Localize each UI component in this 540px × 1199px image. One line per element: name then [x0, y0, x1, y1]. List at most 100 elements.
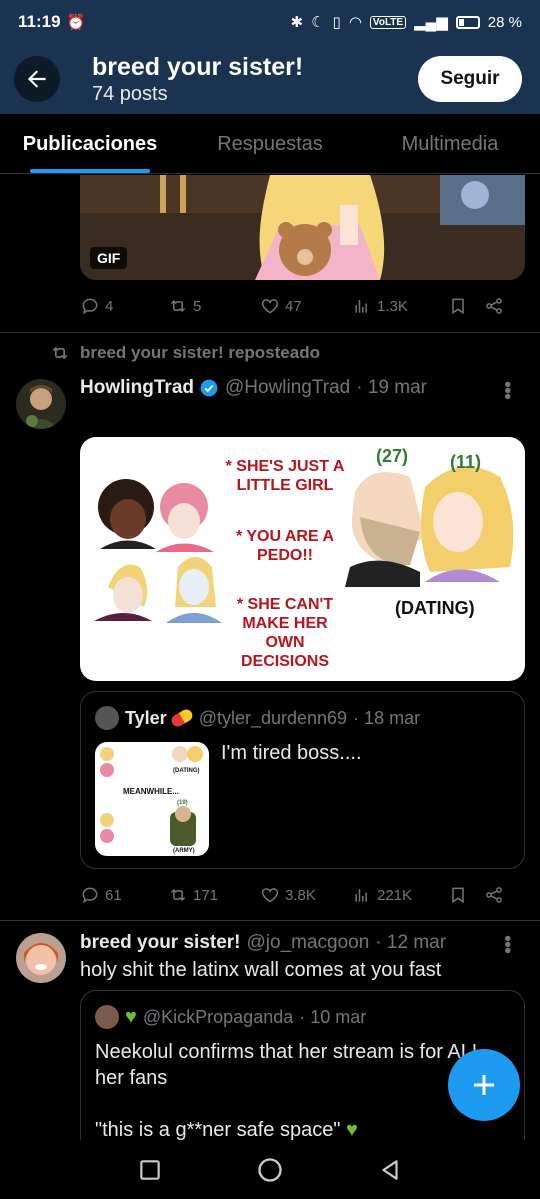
pill-icon — [169, 707, 195, 729]
quote-handle[interactable]: @KickPropaganda — [143, 1007, 293, 1028]
more-options-icon[interactable]: ••• — [495, 381, 518, 399]
home-icon[interactable] — [256, 1156, 284, 1184]
views-button[interactable]: 221K — [352, 885, 448, 905]
meme-caption: (DATING) — [395, 598, 475, 618]
like-button[interactable]: 3.8K — [260, 885, 352, 905]
quote-header: Tyler @tyler_durdenn69 · 18 mar — [95, 706, 420, 730]
quote-avatar — [95, 706, 119, 730]
wifi-icon: ◠ — [348, 14, 362, 31]
reply-count: 4 — [105, 297, 114, 315]
repost-button[interactable]: 5 — [168, 296, 260, 316]
avatar[interactable] — [16, 933, 66, 983]
meme-text-2: * YOU ARE A PEDO!! — [235, 528, 335, 564]
avatar[interactable] — [16, 379, 66, 429]
verified-icon — [200, 379, 218, 397]
share-icon — [486, 887, 502, 903]
timeline[interactable]: GIF 4 5 47 1.3K breed your sister! repos… — [0, 175, 540, 1140]
tweet-date: · 19 mar — [356, 377, 427, 398]
profile-tabs: Publicaciones Respuestas Multimedia — [0, 114, 540, 174]
thumb-dating: (DATING) — [173, 768, 200, 774]
views-button[interactable]: 1.3K — [352, 296, 448, 316]
alarm-icon: ⏰ — [66, 14, 86, 31]
thumbnail-illustration — [100, 746, 203, 846]
author-handle[interactable]: @jo_macgoon — [247, 932, 370, 954]
volte-badge: VoLTE — [369, 15, 407, 29]
author-name[interactable]: breed your sister! — [80, 932, 241, 954]
meme-image[interactable]: * SHE'S JUST A LITTLE GIRL * YOU ARE A P… — [80, 437, 525, 681]
quote-avatar — [95, 1005, 119, 1029]
tweet-text: holy shit the latinx wall comes at you f… — [80, 959, 442, 981]
green-heart-icon: ♥ — [346, 1119, 358, 1140]
quote-author-name[interactable]: Tyler — [125, 708, 167, 729]
views-icon — [355, 300, 367, 313]
repost-indicator[interactable]: breed your sister! reposteado — [50, 343, 320, 363]
post-count: 74 posts — [92, 83, 168, 105]
author-handle[interactable]: @HowlingTrad — [225, 377, 350, 399]
repost-icon — [52, 346, 68, 360]
age-label-right: (11) — [450, 452, 482, 472]
follow-button[interactable]: Seguir — [418, 56, 522, 102]
reply-button[interactable]: 4 — [80, 296, 168, 316]
meme-text-1: * SHE'S JUST A LITTLE GIRL — [225, 458, 345, 494]
tweet-date: · 12 mar — [375, 932, 447, 953]
bluetooth-icon: ✱ — [290, 14, 304, 31]
system-nav-bar — [0, 1140, 540, 1199]
bookmark-icon — [452, 298, 464, 315]
quote-thumbnail[interactable]: MEANWHILE... (DATING) (19) (ARMY) — [95, 742, 209, 856]
reply-count: 61 — [105, 886, 122, 904]
repost-label: breed your sister! reposteado — [80, 343, 320, 362]
post2-action-bar: 61 171 3.8K 221K — [80, 880, 520, 910]
tweet-header: breed your sister! @jo_macgoon · 12 mar — [80, 932, 446, 954]
quote-handle[interactable]: @tyler_durdenn69 — [199, 708, 347, 729]
battery-percent: 28 % — [487, 13, 522, 31]
tab-multimedia[interactable]: Multimedia — [360, 114, 540, 173]
plus-icon — [474, 1075, 494, 1095]
quote-text-line: "this is a g**ner safe space" ♥ — [95, 1117, 358, 1140]
meme-text-3: * SHE CAN'T MAKE HER OWN DECISIONS — [236, 596, 334, 670]
green-heart-icon: ♥ — [125, 1005, 137, 1028]
like-button[interactable]: 47 — [260, 296, 352, 316]
back-nav-icon[interactable] — [377, 1157, 403, 1183]
profile-name: breed your sister! — [92, 53, 304, 81]
recents-icon[interactable] — [137, 1157, 163, 1183]
quote-date: · 10 mar — [299, 1006, 367, 1027]
arrow-left-icon — [27, 70, 46, 88]
repost-count: 5 — [193, 297, 202, 315]
share-button[interactable] — [484, 885, 504, 905]
repost-count: 171 — [193, 886, 219, 904]
like-count: 3.8K — [285, 886, 316, 904]
profile-header: breed your sister! 74 posts Seguir — [0, 44, 540, 114]
reply-icon — [82, 887, 98, 904]
vibrate-icon: ▯ — [332, 14, 341, 31]
age-label-left: (27) — [376, 446, 409, 466]
tab-respuestas[interactable]: Respuestas — [180, 114, 360, 173]
thumb-age: (19) — [177, 800, 188, 806]
compose-button[interactable] — [448, 1049, 520, 1121]
bookmark-button[interactable] — [448, 885, 484, 905]
post-divider — [0, 332, 540, 333]
quote-header: ♥ @KickPropaganda · 10 mar — [95, 1005, 366, 1029]
author-name[interactable]: HowlingTrad — [80, 377, 194, 399]
quote-text: Neekolul confirms that her stream is for… — [95, 1041, 483, 1089]
signal-icon: ▂▄▆ — [414, 14, 448, 31]
repost-icon — [170, 888, 186, 902]
status-bar: 11:19 ⏰ ✱ ☾ ▯ ◠ VoLTE ▂▄▆ 28 % — [0, 0, 540, 44]
reply-button[interactable]: 61 — [80, 885, 168, 905]
tab-publicaciones[interactable]: Publicaciones — [0, 114, 180, 173]
more-options-icon[interactable]: ••• — [495, 935, 518, 953]
share-icon — [486, 298, 502, 314]
reply-icon — [82, 298, 98, 315]
heart-icon — [261, 299, 279, 314]
header-titles: breed your sister! 74 posts — [92, 52, 303, 106]
repost-button[interactable]: 171 — [168, 885, 260, 905]
back-button[interactable] — [14, 56, 60, 102]
gif-media[interactable]: GIF — [80, 175, 525, 280]
thumb-army: (ARMY) — [173, 848, 195, 854]
bookmark-button[interactable] — [448, 296, 484, 316]
battery-icon — [455, 15, 480, 29]
share-button[interactable] — [484, 296, 504, 316]
repost-icon — [170, 299, 186, 313]
quoted-tweet[interactable]: Tyler @tyler_durdenn69 · 18 mar MEANWHIL… — [80, 691, 525, 869]
gif-badge: GIF — [90, 247, 128, 269]
thumb-meanwhile: MEANWHILE... — [123, 787, 179, 796]
